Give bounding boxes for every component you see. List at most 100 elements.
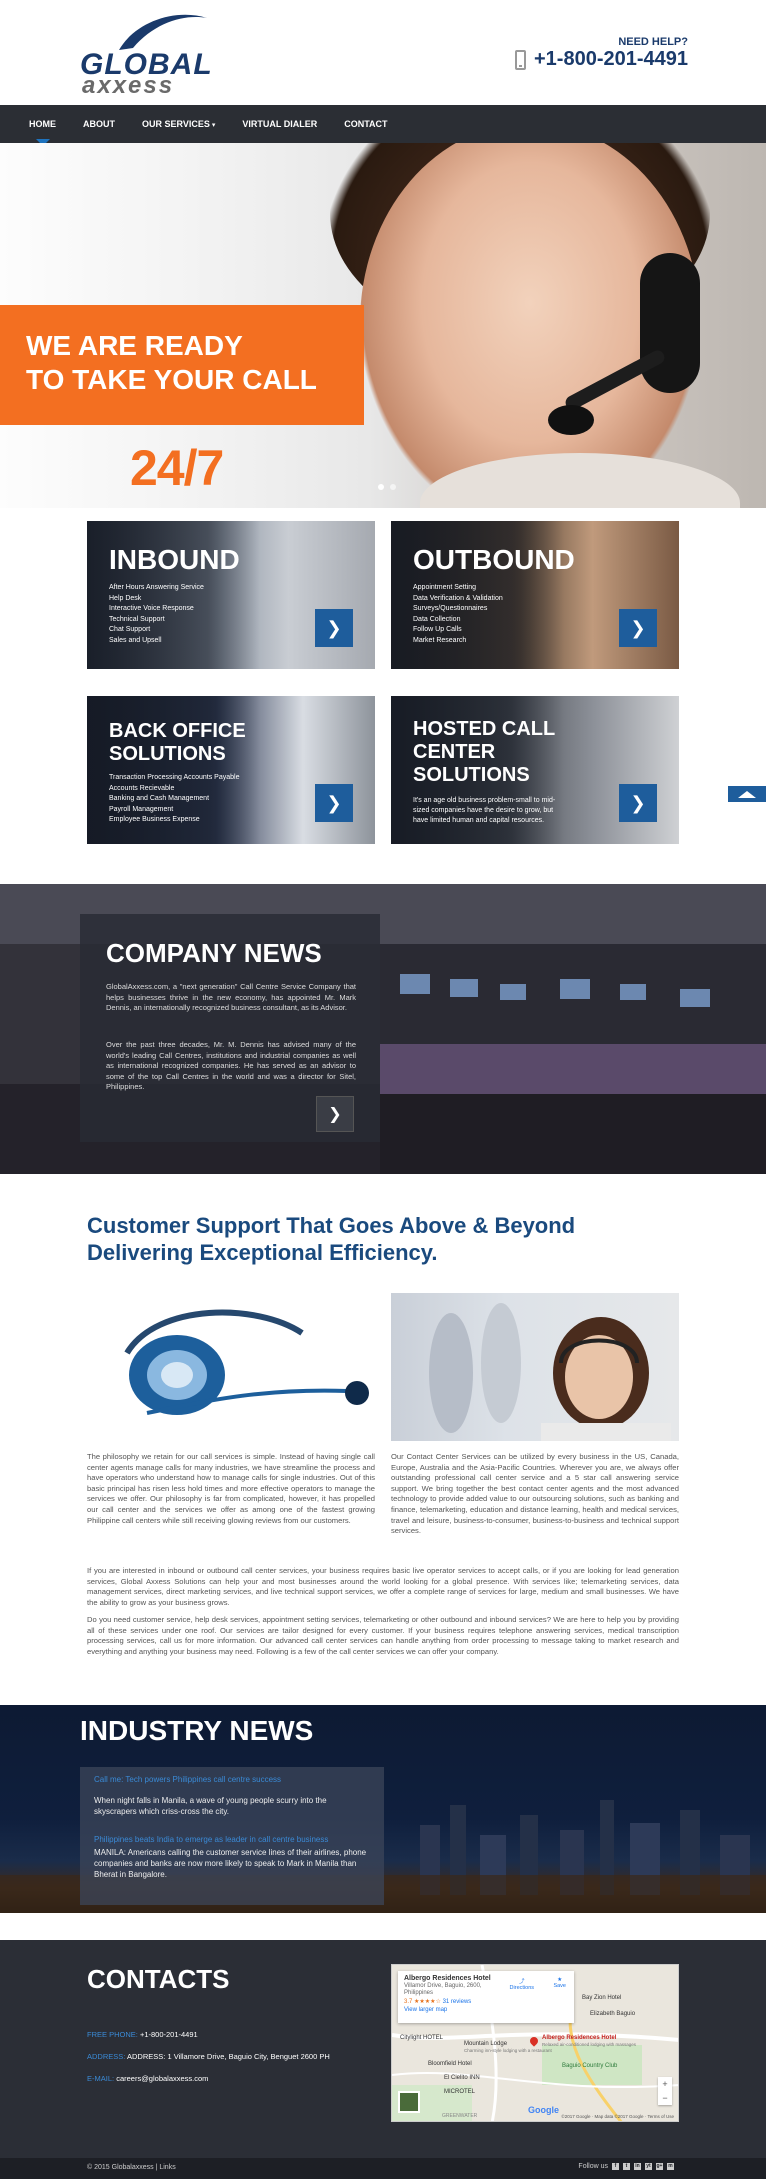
contact-email-value[interactable]: careers@globalaxxess.com (116, 2074, 208, 2083)
company-news-more-button[interactable]: ❯ (316, 1096, 354, 1132)
map-place-name: Albergo Residences Hotel (404, 1975, 491, 1982)
nav-item-label: OUR SERVICES (142, 119, 210, 129)
map-label: Baguio Country Club (562, 2063, 618, 2069)
map-rating-value: 3.7 (404, 1999, 413, 2005)
news-link[interactable]: Philippines beats India to emerge as lea… (94, 1835, 328, 1844)
nav-item-about[interactable]: ABOUT (83, 119, 115, 129)
service-tile-hosted-call-center[interactable]: HOSTED CALL CENTER SOLUTIONS It's an age… (391, 696, 679, 844)
map-satellite-toggle[interactable] (398, 2091, 420, 2113)
facebook-icon[interactable]: f (612, 2163, 619, 2170)
contact-address-value: ADDRESS: 1 Villamore Drive, Baguio City,… (127, 2052, 330, 2061)
contact-address-label: ADDRESS: (87, 2052, 126, 2061)
back-office-arrow-button[interactable]: ❯ (315, 784, 353, 822)
chevron-right-icon: ❯ (326, 617, 342, 638)
contacts-section: CONTACTS FREE PHONE: +1-800-201-4491 ADD… (0, 1940, 766, 2158)
carousel-dot[interactable] (378, 484, 384, 490)
carousel-dot[interactable] (390, 484, 396, 490)
service-list-item: Banking and Cash Management (109, 795, 210, 802)
company-news-card: COMPANY NEWS GlobalAxxess.com, a "next g… (80, 914, 380, 1142)
service-tile-description: It's an age old business problem-small t… (413, 797, 556, 824)
service-tile-title-line: SOLUTIONS (109, 743, 226, 765)
service-list-item: Technical Support (109, 615, 165, 623)
service-list-item: Sales and Upsell (109, 636, 162, 644)
map-place-card: Albergo Residences Hotel Villamor Drive,… (398, 1971, 574, 2023)
map-save-label: Save (553, 1983, 566, 1989)
carousel-dots (378, 484, 396, 490)
nav-item-contact[interactable]: CONTACT (344, 119, 387, 129)
nav-item-home[interactable]: HOME (29, 119, 56, 146)
logo[interactable]: GLOBAL axxess (80, 12, 212, 98)
map-label: El Cielito INN (444, 2075, 480, 2081)
contact-phone-label: FREE PHONE: (87, 2030, 138, 2039)
headset-icon (640, 253, 700, 393)
zoom-out-icon[interactable]: − (658, 2091, 672, 2105)
chevron-right-icon: ❯ (630, 792, 646, 813)
nav-item-our-services[interactable]: OUR SERVICES ▾ (142, 119, 215, 129)
industry-news-section: INDUSTRY NEWS Call me: Tech powers Phili… (0, 1705, 766, 1913)
twitter-icon[interactable]: t (623, 2163, 630, 2170)
service-list-item: Employee Business Expense (109, 816, 200, 823)
outbound-arrow-button[interactable]: ❯ (619, 609, 657, 647)
map-label: Mountain Lodge (464, 2041, 508, 2047)
service-list-item: After Hours Answering Service (109, 584, 204, 591)
service-tile-title-line: HOSTED CALL (413, 718, 556, 740)
zoom-in-icon[interactable]: + (658, 2077, 672, 2091)
map-reviews-link[interactable]: 31 reviews (443, 1999, 472, 2005)
map-rating: 3.7 ★★★★☆ 31 reviews (404, 1998, 568, 2005)
news-summary: MANILA: Americans calling the customer s… (94, 1848, 367, 1879)
map-zoom-control[interactable]: + − (658, 2077, 672, 2105)
map-larger-link[interactable]: View larger map (404, 2007, 568, 2013)
company-news-paragraph: GlobalAxxess.com, a "next generation" Ca… (106, 982, 356, 1012)
service-tile-title: BACK OFFICE SOLUTIONS (109, 720, 246, 766)
service-list-item: Chat Support (109, 626, 151, 633)
inbound-arrow-button[interactable]: ❯ (315, 609, 353, 647)
company-news-section: COMPANY NEWS GlobalAxxess.com, a "next g… (0, 884, 766, 1174)
map-save-button[interactable]: ★ Save (553, 1977, 566, 1989)
hero-banner: WE ARE READY TO TAKE YOUR CALL 24/7 (0, 143, 766, 508)
logo-swoosh-icon (119, 14, 207, 50)
service-list-item: Data Collection (413, 615, 461, 623)
map-label: MICROTEL (444, 2089, 476, 2095)
google-plus-icon[interactable]: g+ (656, 2163, 663, 2170)
chevron-down-icon: ▾ (211, 122, 216, 129)
news-summary: When night falls in Manila, a wave of yo… (94, 1796, 327, 1816)
map-directions-button[interactable]: ⤴ Directions (510, 1977, 534, 1991)
email-icon[interactable]: m (667, 2163, 674, 2170)
contact-phone: FREE PHONE: +1-800-201-4491 (87, 2030, 198, 2039)
mobile-phone-icon (514, 49, 526, 70)
star-rating-icon: ★★★★☆ (414, 1999, 441, 2005)
header-phone[interactable]: +1-800-201-4491 (514, 48, 688, 71)
header-phone-number[interactable]: +1-800-201-4491 (534, 48, 688, 71)
linkedin-icon[interactable]: in (634, 2163, 641, 2170)
nav-item-virtual-dialer[interactable]: VIRTUAL DIALER (242, 119, 317, 129)
hero-headline: WE ARE READY TO TAKE YOUR CALL (26, 329, 317, 397)
service-tile-back-office[interactable]: BACK OFFICE SOLUTIONS Transaction Proces… (87, 696, 375, 844)
follow-us-label: Follow us (578, 2163, 608, 2170)
service-tile-title-line: BACK OFFICE (109, 720, 246, 742)
service-list-item: Interactive Voice Response (109, 605, 194, 612)
main-nav: HOME ABOUT OUR SERVICES ▾ VIRTUAL DIALER … (0, 105, 766, 146)
hosted-arrow-button[interactable]: ❯ (619, 784, 657, 822)
footer-copyright[interactable]: © 2015 Globalaxxess | Links (87, 2164, 176, 2171)
scroll-top-button[interactable] (728, 786, 766, 802)
contact-phone-value[interactable]: +1-800-201-4491 (140, 2030, 198, 2039)
contact-email: E-MAIL: careers@globalaxxess.com (87, 2074, 208, 2083)
footer-social: Follow us f t in yt g+ m (578, 2163, 674, 2170)
map-attribution: ©2017 Google · Map data ©2017 Google · T… (561, 2114, 674, 2119)
site-header: GLOBAL axxess NEED HELP? +1-800-201-4491 (0, 0, 766, 105)
nav-item-label: CONTACT (344, 119, 388, 129)
map-label: Bay Zion Hotel (582, 1995, 622, 2001)
map-label: GREENWATER (442, 2113, 478, 2119)
headset-photo (87, 1293, 375, 1441)
service-list-item: Accounts Recievable (109, 784, 175, 792)
nav-item-label: VIRTUAL DIALER (242, 119, 318, 129)
company-news-paragraph: Over the past three decades, Mr. M. Denn… (106, 1040, 356, 1091)
google-map[interactable]: Albergo Residences Hotel Villamor Drive,… (391, 1964, 679, 2122)
need-help-label: NEED HELP? (618, 36, 688, 48)
map-label: Albergo Residences Hotel (542, 2035, 617, 2041)
map-directions-label: Directions (509, 1985, 534, 1991)
service-tile-inbound[interactable]: INBOUND After Hours Answering Service He… (87, 521, 375, 669)
youtube-icon[interactable]: yt (645, 2163, 652, 2170)
service-tile-outbound[interactable]: OUTBOUND Appointment Setting Data Verifi… (391, 521, 679, 669)
news-link[interactable]: Call me: Tech powers Philippines call ce… (94, 1775, 281, 1784)
